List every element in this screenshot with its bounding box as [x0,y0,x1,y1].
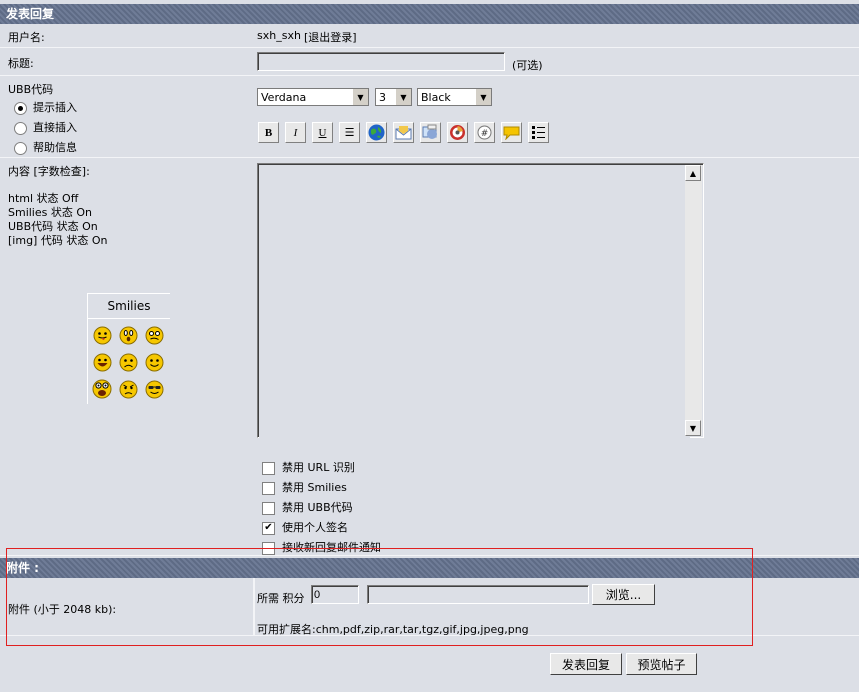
quote-icon [503,126,520,140]
option-use-signature[interactable]: ✔ 使用个人签名 [262,518,381,538]
italic-button[interactable]: I [285,122,306,143]
status-smilies: Smilies 状态 On [8,206,92,219]
underline-icon: U [318,126,327,139]
font-select[interactable]: Verdana ▼ [257,88,369,106]
list-icon [532,126,545,139]
ubb-mode-direct-label: 直接插入 [33,121,77,134]
smile-smiley-icon[interactable] [144,352,164,372]
chevron-down-icon: ▼ [352,89,368,105]
subject-label: 标题: [8,57,34,70]
svg-text:#: # [481,129,489,139]
username-value: sxh_sxh [257,29,301,42]
font-select-value: Verdana [261,90,307,104]
list-button[interactable] [528,122,549,143]
image-icon [422,124,437,139]
option-disable-url[interactable]: 禁用 URL 识别 [262,458,381,478]
subject-input[interactable] [257,52,505,71]
sad-smiley-icon[interactable] [118,352,138,372]
preview-post-button[interactable]: 预览帖子 [626,653,697,675]
options-list: 禁用 URL 识别 禁用 Smilies 禁用 UBB代码 ✔ 使用个人签名 接收… [262,458,381,558]
biggrin-smiley-icon[interactable] [92,352,112,372]
size-select-value: 3 [379,90,386,104]
color-select-value: Black [421,90,451,104]
color-select[interactable]: Black ▼ [417,88,492,106]
smilies-title: Smilies [88,294,170,319]
radio-prompt[interactable] [14,101,27,115]
checkbox[interactable] [262,461,275,475]
option-disable-ubb[interactable]: 禁用 UBB代码 [262,498,381,518]
surprised-smiley-icon[interactable] [118,325,138,345]
chevron-down-icon: ▼ [395,89,411,105]
image-button[interactable] [420,122,441,143]
italic-icon: I [293,126,298,139]
bold-icon: B [264,126,273,139]
radio-help[interactable] [14,141,27,155]
ubb-label: UBB代码 [8,83,54,96]
status-img: [img] 代码 状态 On [8,234,108,247]
angry-smiley-icon[interactable] [118,379,138,399]
option-label: 禁用 Smilies [282,481,347,494]
logout-link[interactable]: [退出登录] [304,29,357,45]
tongue-smiley-icon[interactable] [92,325,112,345]
option-label: 禁用 URL 识别 [282,461,355,474]
option-disable-smilies[interactable]: 禁用 Smilies [262,478,381,498]
laugh-smiley-icon[interactable] [92,379,112,399]
option-label: 使用个人签名 [282,521,348,534]
content-status: html 状态 Off Smilies 状态 On UBB代码 状态 On [i… [8,192,107,248]
center-icon: ☰ [344,126,355,139]
ubb-mode-direct[interactable]: 直接插入 [14,119,77,135]
subject-optional: (可选) [512,59,543,72]
ubb-mode-help-label: 帮助信息 [33,141,77,154]
form-header: 发表回复 [0,4,859,24]
url-button[interactable] [366,122,387,143]
vertical-scrollbar[interactable]: ▲ ▼ [685,165,702,436]
chevron-down-icon: ▼ [475,89,491,105]
underline-button[interactable]: U [312,122,333,143]
submit-reply-button[interactable]: 发表回复 [550,653,622,675]
checkbox[interactable] [262,501,275,515]
size-select[interactable]: 3 ▼ [375,88,412,106]
form-title: 发表回复 [6,7,55,21]
code-icon: # [477,125,492,140]
email-button[interactable] [393,122,414,143]
flash-button[interactable] [447,122,468,143]
globe-icon [368,124,385,141]
email-icon [395,126,412,140]
status-html: html 状态 Off [8,192,79,205]
checkbox[interactable] [262,481,275,495]
highlight-box [6,548,753,646]
confused-smiley-icon[interactable] [144,325,164,345]
flash-icon [450,125,465,140]
username-row [0,24,859,48]
content-textarea-frame: ▲ ▼ [257,163,704,440]
cool-smiley-icon[interactable] [144,379,164,399]
ubb-mode-prompt[interactable]: 提示插入 [14,99,77,115]
status-ubb: UBB代码 状态 On [8,220,98,233]
radio-direct[interactable] [14,121,27,135]
quote-button[interactable] [501,122,522,143]
checkbox-checked[interactable]: ✔ [262,521,275,535]
scroll-down-button[interactable]: ▼ [685,420,701,436]
bold-button[interactable]: B [258,122,279,143]
content-textarea[interactable] [259,165,690,440]
ubb-mode-prompt-label: 提示插入 [33,101,77,114]
code-button[interactable]: # [474,122,495,143]
ubb-mode-help[interactable]: 帮助信息 [14,139,77,155]
option-label: 禁用 UBB代码 [282,501,353,514]
smilies-grid [92,325,168,399]
scroll-up-button[interactable]: ▲ [685,165,701,181]
content-label: 内容 [字数检查]: [8,165,90,178]
username-label: 用户名: [8,31,45,44]
center-button[interactable]: ☰ [339,122,360,143]
